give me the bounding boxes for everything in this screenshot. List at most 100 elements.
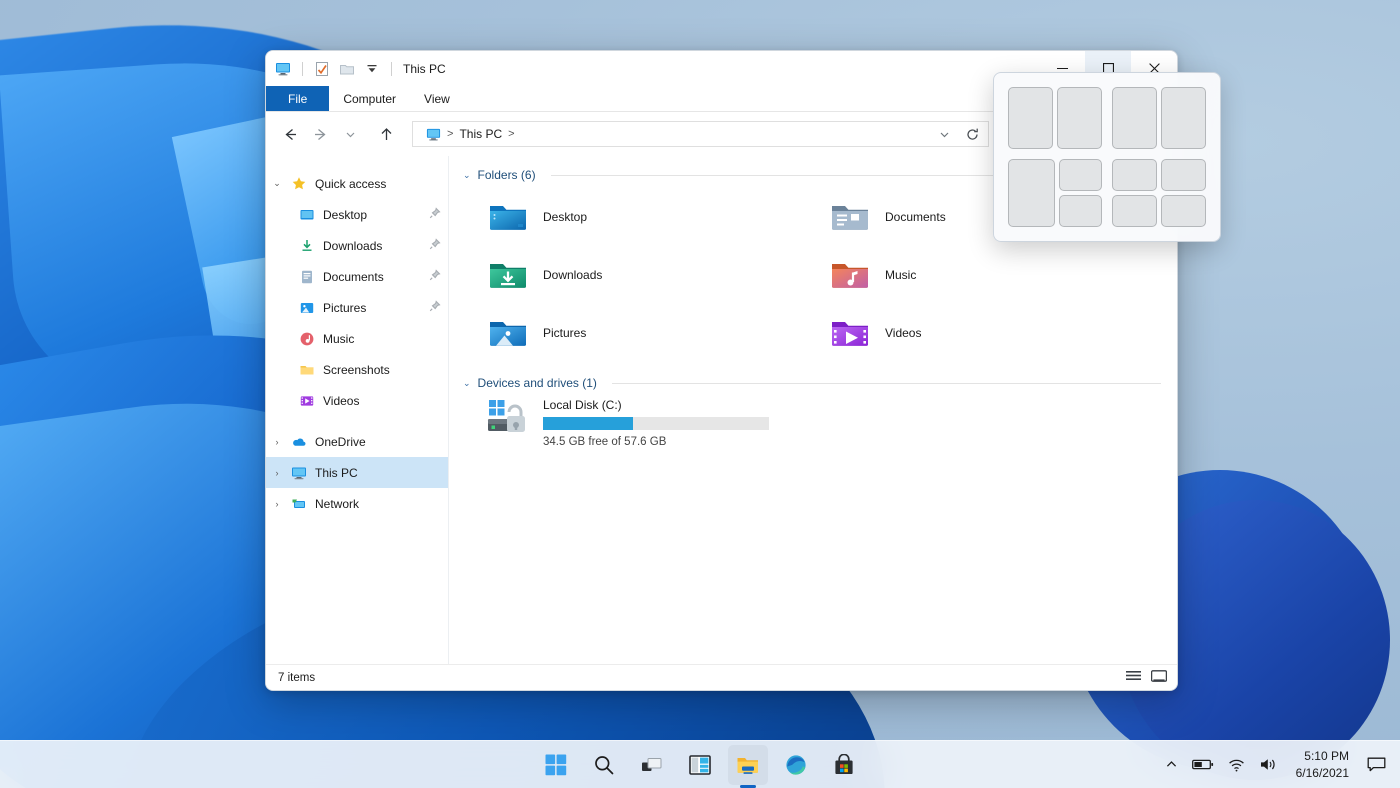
- sidebar-item-this-pc[interactable]: › This PC: [266, 457, 449, 488]
- widgets-button[interactable]: [680, 745, 720, 785]
- breadcrumb-separator-0: >: [446, 128, 454, 140]
- task-view-button[interactable]: [632, 745, 672, 785]
- show-hidden-icons-button[interactable]: [1159, 745, 1184, 785]
- tab-view[interactable]: View: [410, 86, 464, 111]
- new-folder-icon[interactable]: [336, 58, 358, 80]
- desktop-icon: [296, 207, 318, 223]
- battery-icon[interactable]: [1186, 745, 1220, 785]
- sidebar-group-quick-access[interactable]: ⌄ Quick access: [266, 168, 449, 199]
- folder-desktop-icon: [485, 194, 531, 240]
- drive-usage-bar: [543, 417, 769, 430]
- devices-group-title: Devices and drives (1): [478, 376, 597, 390]
- address-bar[interactable]: > This PC >: [412, 121, 989, 147]
- folder-music-icon: [827, 252, 873, 298]
- drive-item-local-disk-c[interactable]: Local Disk (C:) 34.5 GB free of 57.6 GB: [463, 396, 1161, 448]
- snap-left-large-right-stack[interactable]: [1008, 159, 1102, 227]
- folder-tile-label: Downloads: [543, 268, 602, 282]
- sidebar-item-pictures[interactable]: Pictures: [266, 292, 449, 323]
- chevron-down-icon[interactable]: ⌄: [463, 378, 471, 389]
- search-button[interactable]: [584, 745, 624, 785]
- folder-tile-music[interactable]: Music: [827, 246, 1161, 304]
- snap-four-quadrants[interactable]: [1112, 159, 1206, 227]
- refresh-icon[interactable]: [958, 120, 986, 148]
- sidebar-item-onedrive[interactable]: › OneDrive: [266, 426, 449, 457]
- details-view-button[interactable]: [1126, 670, 1141, 686]
- sidebar-item-screenshots[interactable]: Screenshots: [266, 354, 449, 385]
- sidebar-group-label: Quick access: [315, 177, 386, 191]
- sidebar-spacer: [266, 416, 449, 426]
- drive-bitlocker-icon: [485, 396, 533, 440]
- music-icon: [296, 331, 318, 347]
- pin-icon[interactable]: [429, 207, 441, 222]
- edge-button[interactable]: [776, 745, 816, 785]
- taskbar-center-group: [536, 745, 864, 785]
- sidebar-item-videos[interactable]: Videos: [266, 385, 449, 416]
- sidebar-item-label: Downloads: [323, 239, 382, 253]
- navigation-pane: ⌄ Quick access Desktop: [266, 156, 449, 664]
- snap-layouts-flyout: [993, 72, 1221, 242]
- sidebar-item-music[interactable]: Music: [266, 323, 449, 354]
- customize-qat-icon[interactable]: [361, 58, 383, 80]
- chevron-right-icon[interactable]: ›: [266, 437, 288, 447]
- folder-icon: [296, 362, 318, 378]
- sidebar-item-network[interactable]: › Network: [266, 488, 449, 519]
- large-icons-view-button[interactable]: [1151, 670, 1167, 686]
- start-button[interactable]: [536, 745, 576, 785]
- properties-icon[interactable]: [311, 58, 333, 80]
- sidebar-item-desktop[interactable]: Desktop: [266, 199, 449, 230]
- sidebar-item-label: This PC: [315, 466, 358, 480]
- sidebar-item-label: Pictures: [323, 301, 366, 315]
- clock[interactable]: 5:10 PM 6/16/2021: [1286, 745, 1359, 785]
- folders-group-title: Folders (6): [478, 168, 536, 182]
- previous-locations-icon[interactable]: [930, 120, 958, 148]
- pin-icon[interactable]: [429, 269, 441, 284]
- microsoft-store-button[interactable]: [824, 745, 864, 785]
- sidebar-item-downloads[interactable]: Downloads: [266, 230, 449, 261]
- tab-computer[interactable]: Computer: [329, 86, 410, 111]
- documents-icon: [296, 269, 318, 285]
- sidebar-item-documents[interactable]: Documents: [266, 261, 449, 292]
- chevron-right-icon[interactable]: ›: [266, 468, 288, 478]
- forward-button[interactable]: [306, 120, 334, 148]
- tab-file[interactable]: File: [266, 86, 329, 111]
- breadcrumb-item-this-pc[interactable]: This PC: [454, 122, 507, 146]
- clock-date: 6/16/2021: [1296, 765, 1349, 781]
- star-icon: [288, 176, 310, 192]
- up-button[interactable]: [372, 120, 400, 148]
- folder-tile-videos[interactable]: Videos: [827, 304, 1161, 362]
- folder-tile-label: Music: [885, 268, 916, 282]
- folder-pictures-icon: [485, 310, 531, 356]
- this-pc-icon: [272, 58, 294, 80]
- folder-tile-desktop[interactable]: Desktop: [485, 188, 819, 246]
- quick-access-toolbar: [272, 58, 397, 80]
- snap-two-columns-equal[interactable]: [1008, 87, 1102, 149]
- recent-locations-button[interactable]: [336, 120, 364, 148]
- downloads-icon: [296, 238, 318, 254]
- folder-tile-label: Desktop: [543, 210, 587, 224]
- folder-downloads-icon: [485, 252, 531, 298]
- sidebar-item-label: Desktop: [323, 208, 367, 222]
- item-count-label: 7 items: [278, 672, 315, 684]
- back-button[interactable]: [276, 120, 304, 148]
- volume-icon[interactable]: [1253, 745, 1284, 785]
- snap-two-columns-wide-left[interactable]: [1112, 87, 1206, 149]
- chevron-down-icon[interactable]: ⌄: [463, 170, 471, 181]
- file-explorer-button[interactable]: [728, 745, 768, 785]
- folder-tile-pictures[interactable]: Pictures: [485, 304, 819, 362]
- devices-group-header[interactable]: ⌄ Devices and drives (1): [463, 376, 1161, 390]
- chevron-right-icon[interactable]: ›: [266, 499, 288, 509]
- pin-icon[interactable]: [429, 238, 441, 253]
- wifi-icon[interactable]: [1222, 745, 1251, 785]
- sidebar-item-label: Screenshots: [323, 363, 390, 377]
- breadcrumb-separator-1[interactable]: >: [507, 128, 515, 140]
- folder-tile-label: Pictures: [543, 326, 586, 340]
- pin-icon[interactable]: [429, 300, 441, 315]
- folder-videos-icon: [827, 310, 873, 356]
- chevron-down-icon[interactable]: ⌄: [266, 178, 288, 189]
- status-bar: 7 items: [266, 664, 1177, 690]
- taskbar: 5:10 PM 6/16/2021: [0, 740, 1400, 788]
- folder-tile-downloads[interactable]: Downloads: [485, 246, 819, 304]
- network-icon: [288, 496, 310, 512]
- sidebar-item-label: Network: [315, 497, 359, 511]
- notifications-icon[interactable]: [1361, 745, 1392, 785]
